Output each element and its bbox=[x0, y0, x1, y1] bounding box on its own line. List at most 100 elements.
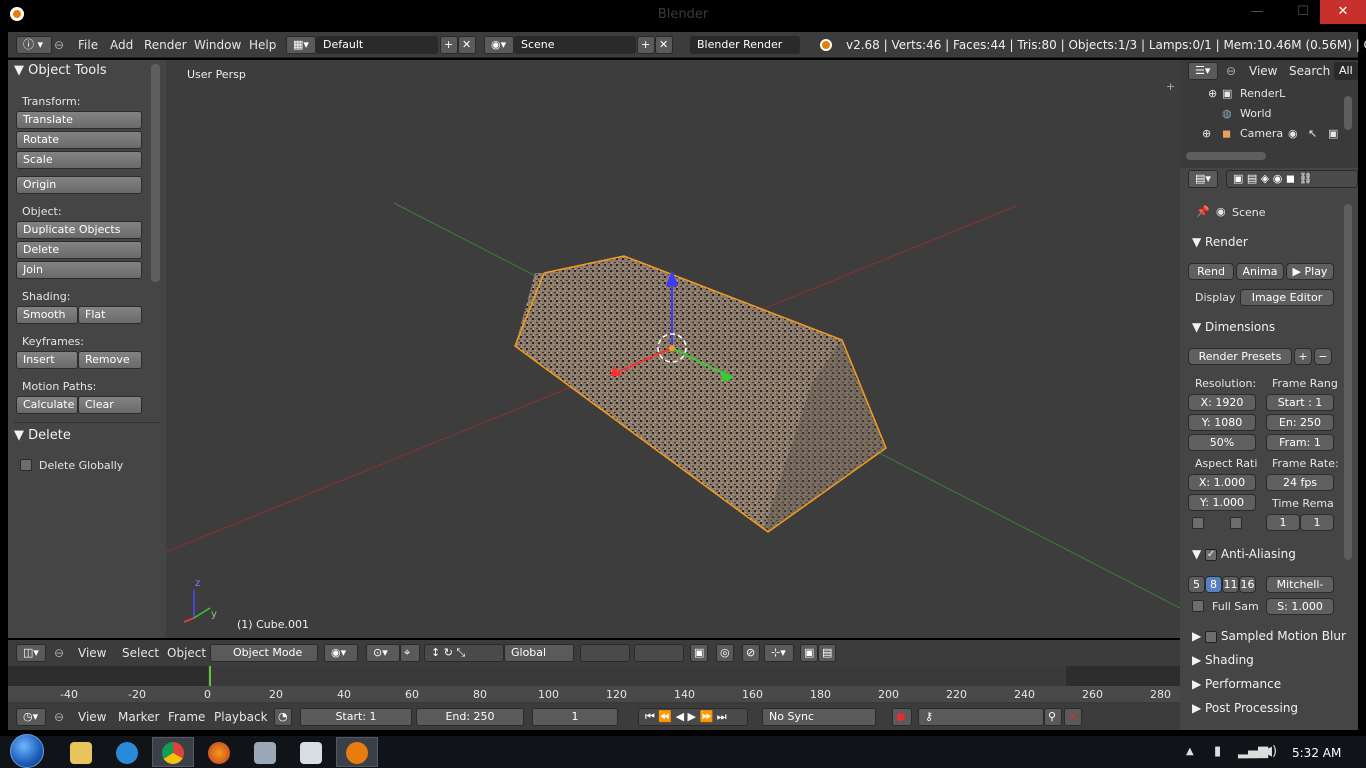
end-frame-field[interactable]: End: 250 bbox=[416, 708, 524, 726]
duplicate-objects-button[interactable]: Duplicate Objects bbox=[16, 221, 142, 239]
start-frame-field[interactable]: Start: 1 bbox=[300, 708, 412, 726]
keying-set-field[interactable]: ⚷ bbox=[918, 708, 1044, 726]
delete-keyframe-icon[interactable]: ⚔ bbox=[1064, 708, 1082, 726]
outliner-scrollbar-h[interactable] bbox=[1186, 152, 1266, 160]
aspect-x-field[interactable]: X: 1.000 bbox=[1188, 474, 1256, 491]
object-tools-panel-header[interactable]: ▼ Object Tools bbox=[14, 63, 107, 78]
menu-object[interactable]: Object bbox=[167, 646, 206, 660]
menu-help[interactable]: Help bbox=[249, 38, 276, 52]
battery-icon[interactable]: ▮ bbox=[1214, 744, 1221, 759]
render-animation-button[interactable]: Anima bbox=[1236, 263, 1284, 280]
editor-type-outliner-button[interactable]: ☰▾ bbox=[1188, 62, 1218, 80]
visibility-eye-icon[interactable]: ◉ bbox=[1288, 127, 1298, 140]
blender-icon[interactable] bbox=[346, 742, 368, 764]
layer-buttons-1[interactable] bbox=[580, 644, 630, 662]
menu-add[interactable]: Add bbox=[110, 38, 133, 52]
aa-samples-5[interactable]: 5 bbox=[1188, 576, 1205, 593]
outliner-menu-view[interactable]: View bbox=[1249, 64, 1277, 78]
frame-start-field[interactable]: Start : 1 bbox=[1266, 394, 1334, 411]
outliner-display-select[interactable]: All bbox=[1334, 62, 1358, 80]
internet-explorer-icon[interactable] bbox=[116, 742, 138, 764]
render-animation-opengl-icon[interactable]: ▤ bbox=[818, 644, 836, 662]
menu-render[interactable]: Render bbox=[144, 38, 187, 52]
pin-icon[interactable]: 📌 bbox=[1196, 205, 1210, 218]
editor-type-3d-button[interactable]: ◫▾ bbox=[16, 644, 46, 662]
render-presets-select[interactable]: Render Presets bbox=[1188, 348, 1292, 365]
filter-size-field[interactable]: S: 1.000 bbox=[1266, 598, 1334, 615]
scene-icon[interactable]: ◉▾ bbox=[484, 36, 514, 54]
scene-field[interactable]: Scene bbox=[514, 36, 636, 54]
layer-buttons-2[interactable] bbox=[634, 644, 684, 662]
screen-layout-icon[interactable]: ▦▾ bbox=[286, 36, 316, 54]
render-engine-select[interactable]: Blender Render bbox=[690, 36, 800, 54]
anti-aliasing-panel-header[interactable]: ▼ ✓ Anti-Aliasing bbox=[1192, 547, 1296, 561]
manipulator-type-icons[interactable]: ↕ ↻ ⤡ bbox=[424, 644, 504, 662]
chrome-icon[interactable] bbox=[162, 742, 184, 764]
selectability-cursor-icon[interactable]: ↖ bbox=[1308, 127, 1317, 140]
mode-select[interactable]: Object Mode bbox=[210, 644, 318, 662]
scale-button[interactable]: Scale bbox=[16, 151, 142, 169]
resolution-percentage-field[interactable]: 50% bbox=[1188, 434, 1256, 451]
layout-field[interactable]: Default bbox=[316, 36, 438, 54]
collapse-menu-icon[interactable]: ⊖ bbox=[1226, 64, 1236, 78]
menu-marker[interactable]: Marker bbox=[118, 710, 159, 724]
post-processing-panel-header[interactable]: ▶ Post Processing bbox=[1192, 701, 1298, 715]
menu-select[interactable]: Select bbox=[122, 646, 159, 660]
remove-preset-icon[interactable]: − bbox=[1314, 348, 1332, 365]
crop-checkbox[interactable] bbox=[1230, 517, 1242, 529]
editor-type-timeline-button[interactable]: ◷▾ bbox=[16, 708, 46, 726]
expand-icon[interactable]: ⊕ bbox=[1202, 127, 1211, 140]
render-image-button[interactable]: Rend bbox=[1188, 263, 1234, 280]
current-frame-field[interactable]: 1 bbox=[532, 708, 618, 726]
frame-step-field[interactable]: Fram: 1 bbox=[1266, 434, 1334, 451]
smooth-button[interactable]: Smooth bbox=[16, 306, 78, 324]
snap-toggle-icon[interactable]: ⊘ bbox=[742, 644, 760, 662]
time-remap-old-field[interactable]: 1 bbox=[1266, 514, 1300, 531]
viewport-expand-icon[interactable]: + bbox=[1166, 80, 1175, 93]
origin-button[interactable]: Origin bbox=[16, 176, 142, 194]
3d-viewport[interactable]: User Persp z y (1) Cube.001 + bbox=[166, 60, 1180, 638]
record-icon[interactable]: ● bbox=[892, 708, 912, 726]
aa-samples-16[interactable]: 16 bbox=[1239, 576, 1256, 593]
transform-orientation-select[interactable]: Global bbox=[504, 644, 574, 662]
outliner-item-renderlayers[interactable]: RenderL bbox=[1240, 87, 1285, 100]
renderability-camera-icon[interactable]: ▣ bbox=[1328, 127, 1338, 140]
join-button[interactable]: Join bbox=[16, 261, 142, 279]
frame-rate-select[interactable]: 24 fps bbox=[1266, 474, 1334, 491]
sampled-motion-blur-panel-header[interactable]: ▶ Sampled Motion Blur bbox=[1192, 629, 1346, 643]
collapse-menu-icon[interactable]: ⊖ bbox=[54, 38, 64, 52]
shading-panel-header[interactable]: ▶ Shading bbox=[1192, 653, 1254, 667]
aspect-y-field[interactable]: Y: 1.000 bbox=[1188, 494, 1256, 511]
start-button[interactable] bbox=[10, 734, 44, 768]
rotate-button[interactable]: Rotate bbox=[16, 131, 142, 149]
outliner-item-camera[interactable]: Camera bbox=[1240, 127, 1283, 140]
pivot-point-icon[interactable]: ⊙▾ bbox=[366, 644, 400, 662]
menu-frame[interactable]: Frame bbox=[168, 710, 205, 724]
translate-button[interactable]: Translate bbox=[16, 111, 142, 129]
full-sample-checkbox[interactable] bbox=[1192, 600, 1204, 612]
aa-samples-8[interactable]: 8 bbox=[1205, 576, 1222, 593]
minimize-button[interactable]: — bbox=[1240, 0, 1274, 24]
collapse-menu-icon[interactable]: ⊖ bbox=[54, 710, 64, 724]
flat-button[interactable]: Flat bbox=[78, 306, 142, 324]
delete-button[interactable]: Delete bbox=[16, 241, 142, 259]
editor-type-info-button[interactable]: ⓘ ▾ bbox=[16, 36, 52, 54]
menu-view[interactable]: View bbox=[78, 646, 106, 660]
menu-file[interactable]: File bbox=[78, 38, 98, 52]
editor-type-properties-button[interactable]: ▤▾ bbox=[1188, 170, 1218, 188]
calculate-button[interactable]: Calculate bbox=[16, 396, 78, 414]
sampled-motion-blur-checkbox[interactable] bbox=[1205, 630, 1218, 643]
preview-range-icon[interactable]: ◔ bbox=[274, 708, 292, 726]
add-preset-icon[interactable]: + bbox=[1294, 348, 1312, 365]
resolution-y-field[interactable]: Y: 1080 bbox=[1188, 414, 1256, 431]
menu-view[interactable]: View bbox=[78, 710, 106, 724]
render-opengl-icon[interactable]: ▣ bbox=[800, 644, 818, 662]
insert-keyframe-icon[interactable]: ⚲ bbox=[1044, 708, 1062, 726]
snap-element-icon[interactable]: ⊹▾ bbox=[764, 644, 794, 662]
clear-button[interactable]: Clear bbox=[78, 396, 142, 414]
file-explorer-icon[interactable] bbox=[70, 742, 92, 764]
manipulator-toggle-icon[interactable]: ⌖ bbox=[400, 644, 420, 662]
remove-scene-icon[interactable]: ✕ bbox=[655, 36, 673, 54]
outliner-item-world[interactable]: World bbox=[1240, 107, 1272, 120]
delete-globally-checkbox[interactable] bbox=[20, 459, 32, 471]
